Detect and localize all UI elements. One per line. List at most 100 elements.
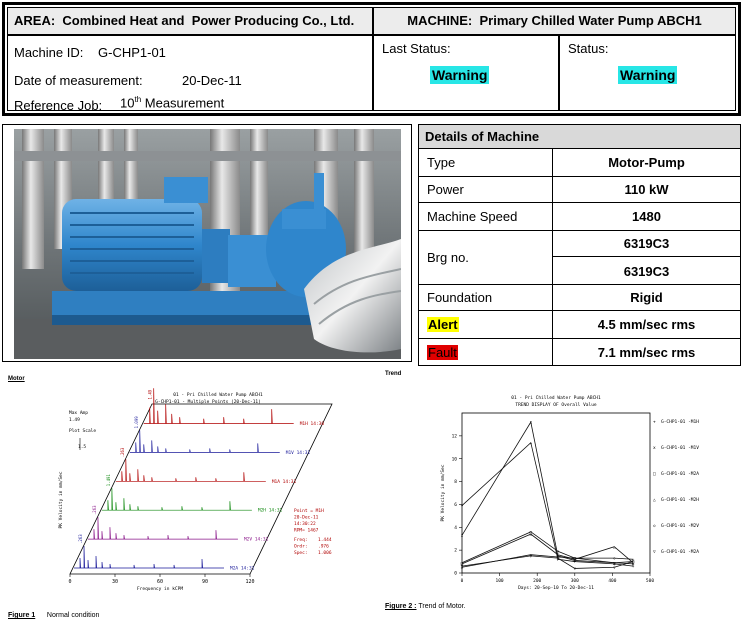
legend-marker: x: [653, 446, 656, 451]
series-point: x: [530, 420, 533, 425]
area-label: AREA:: [14, 13, 56, 28]
info-value: 1.006: [318, 550, 332, 556]
machine-id-label: Machine ID:: [14, 45, 84, 60]
waterfall-trace: [101, 488, 252, 511]
detail-row-foundation: Foundation Rigid: [419, 285, 740, 311]
chart-frame: [69, 403, 333, 575]
header-title-row: AREA: Combined Heat and Power Producing …: [8, 8, 735, 36]
alert-label: Alert: [427, 317, 459, 332]
machine-photo: [14, 129, 401, 359]
waterfall-svg: 01 - Pri Chilled Water Pump ABCH1G-CHP1-…: [58, 388, 333, 592]
series-line: [461, 554, 634, 568]
x-tick-label: 400: [608, 578, 616, 584]
figure1-caption: Figure 1 Normal condition: [8, 612, 100, 619]
waterfall-trace: [87, 517, 238, 540]
info-line: Freq:: [294, 537, 308, 543]
detail-value: Motor-Pump: [608, 155, 685, 170]
trace-label: M1H 14:30: [300, 421, 325, 427]
trace-label: M1V 14:31: [286, 450, 311, 456]
series-point: △: [613, 544, 616, 549]
detail-label: Power: [419, 177, 553, 202]
info-line: Spec:: [294, 550, 308, 556]
info-line: Ordr:: [294, 544, 308, 550]
last-status-badge: Warning: [430, 66, 490, 84]
trace-peak-label: 1.099: [134, 416, 139, 429]
reference-job-label: Reference Job:: [14, 98, 103, 113]
detail-label: Brg no.: [419, 231, 553, 284]
info-line: 14:30:22: [294, 521, 316, 527]
detail-label: Type: [419, 149, 553, 176]
chart-title: 01 - Pri Chilled Water Pump ABCH1: [511, 395, 601, 401]
detail-value: Rigid: [630, 290, 663, 305]
x-tick-label: 30: [112, 579, 118, 585]
status-badge: Warning: [618, 66, 678, 84]
series-point: ▽: [632, 559, 635, 564]
header-panel: AREA: Combined Heat and Power Producing …: [2, 2, 741, 116]
detail-value: 1480: [632, 209, 661, 224]
reference-job-value: 10th Measurement: [120, 95, 225, 111]
trace-label: M1A 14:31: [272, 479, 297, 485]
figure2-caption: Figure 2 : Trend of Motor.: [385, 603, 466, 610]
trace-label: M2V 14:31: [244, 537, 269, 543]
y-tick-label: 0: [454, 571, 457, 577]
machine-details-table: Details of Machine Type Motor-Pump Power…: [418, 124, 741, 366]
y-tick-label: 2: [454, 548, 457, 554]
legend-marker: □: [653, 472, 656, 477]
x-tick-label: 0: [68, 579, 71, 585]
detail-value: 6319C3: [623, 263, 670, 279]
detail-row-alert: Alert 4.5 mm/sec rms: [419, 311, 740, 339]
trace-label: M2A 14:31: [230, 566, 255, 572]
series-point: +: [530, 440, 533, 445]
trace-label: M2H 14:31: [258, 508, 283, 514]
detail-value: 4.5 mm/sec rms: [597, 317, 696, 332]
machine-field: MACHINE: Primary Chilled Water Pump ABCH…: [374, 8, 735, 34]
trace-peak-label: .263: [78, 534, 83, 544]
x-axis-label: Days: 20-Sep-10 To 20-Dec-11: [518, 585, 594, 591]
y-tick-label: 6: [454, 502, 457, 508]
last-status-label: Last Status:: [382, 41, 451, 56]
legend-entry: G-CHP1-01 -M1H: [661, 419, 699, 425]
x-tick-label: 60: [157, 579, 163, 585]
detail-row-type: Type Motor-Pump: [419, 149, 740, 177]
legend-marker: △: [653, 498, 656, 503]
x-tick-label: 90: [202, 579, 208, 585]
legend-entry: G-CHP1-01 -M1V: [661, 445, 699, 451]
motor-section-label: Motor: [8, 376, 25, 382]
area-value: Combined Heat and Power Producing Co., L…: [62, 13, 355, 28]
x-tick-label: 100: [496, 578, 504, 584]
info-value: 1.444: [318, 537, 332, 543]
legend-entry: G-CHP1-01 -M2V: [661, 523, 699, 529]
legend-entry: G-CHP1-01 -M2A: [661, 471, 699, 477]
status-cell: Status: Warning: [560, 36, 735, 110]
info-line: Point = M1H: [294, 508, 324, 514]
detail-value: 6319C3: [553, 231, 740, 257]
trace-peak-label: 1.49: [148, 389, 153, 399]
waterfall-trace: [115, 459, 266, 482]
last-status-cell: Last Status: Warning: [374, 36, 560, 110]
x-tick-label: 300: [571, 578, 579, 584]
legend-entry: G-CHP1-01 -M2H: [661, 497, 699, 503]
detail-row-power: Power 110 kW: [419, 177, 740, 203]
max-amp-label: Max Amp: [69, 410, 88, 416]
detail-value: 110 kW: [624, 182, 669, 197]
machine-label: MACHINE:: [407, 13, 473, 28]
y-axis-label: PK Velocity in mm/Sec: [58, 471, 64, 528]
info-value: .976: [318, 544, 329, 550]
detail-label: Foundation: [419, 285, 553, 310]
series-line: [461, 533, 634, 565]
date-value: 20-Dec-11: [182, 73, 242, 88]
info-line: 20-Dec-11: [294, 515, 319, 521]
detail-row-fault: Fault 7.1 mm/sec rms: [419, 339, 740, 365]
x-tick-label: 0: [461, 578, 464, 584]
fault-label: Fault: [427, 344, 458, 360]
waterfall-trace: [74, 545, 224, 569]
x-axis-label: Frequency in kCPM: [137, 586, 183, 592]
measurement-info: Machine ID: G-CHP1-01 Date of measuremen…: [8, 36, 374, 113]
y-tick-label: 8: [454, 479, 457, 485]
machine-value: Primary Chilled Water Pump ABCH1: [479, 13, 702, 28]
status-label: Status:: [568, 41, 609, 56]
series-line: [461, 421, 634, 565]
y-axis-label: PK Velocity in mm/Sec: [440, 464, 446, 521]
waterfall-trace: [129, 430, 280, 453]
x-tick-label: 200: [533, 578, 541, 584]
